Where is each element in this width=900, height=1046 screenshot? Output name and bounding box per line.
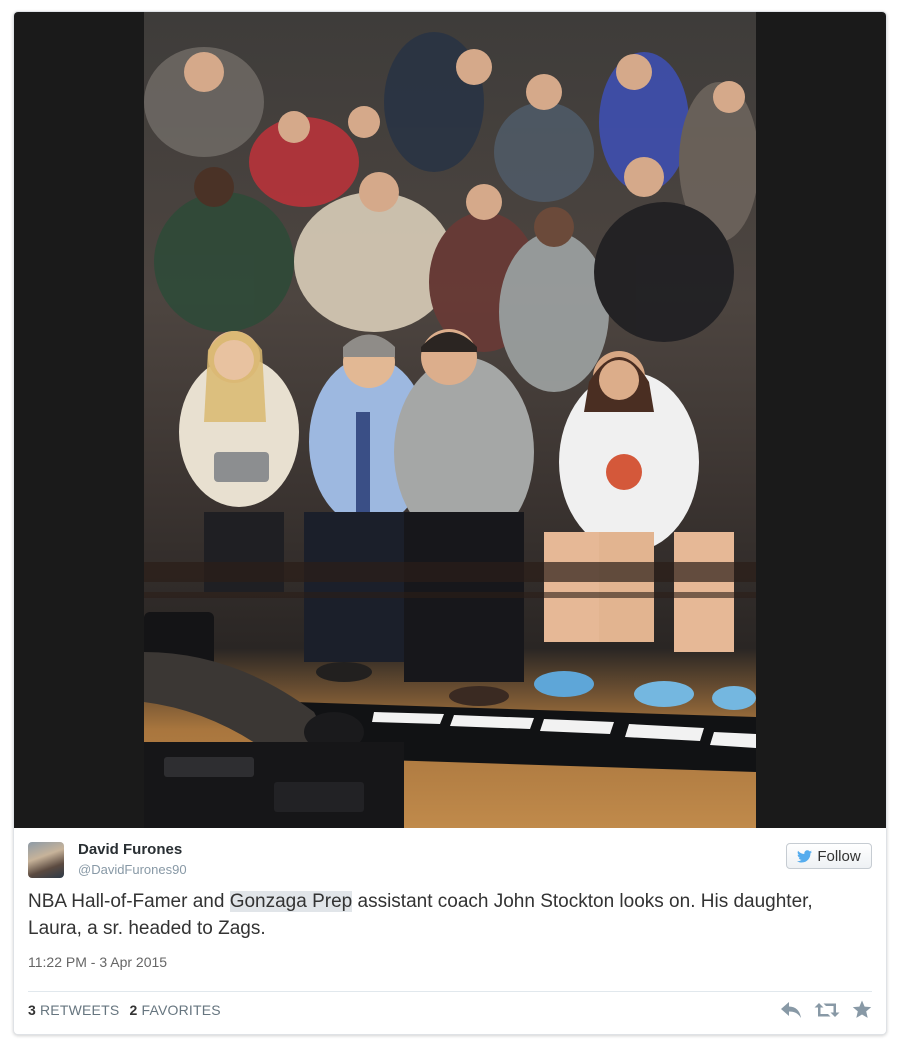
follow-label: Follow <box>817 847 861 865</box>
retweet-button[interactable] <box>814 1001 840 1019</box>
reply-icon <box>781 1001 801 1018</box>
tweet-photo[interactable] <box>144 12 756 828</box>
star-icon <box>852 1000 872 1018</box>
retweet-icon <box>814 1002 840 1017</box>
embedded-tweet-card: David Furones @DavidFurones90 Follow NBA… <box>13 11 887 1035</box>
tweet-text: NBA Hall-of-Famer and Gonzaga Prep assis… <box>28 888 868 942</box>
favorite-count[interactable]: 2 <box>129 1002 137 1018</box>
reply-button[interactable] <box>780 1001 802 1019</box>
retweet-count[interactable]: 3 <box>28 1002 36 1018</box>
twitter-bird-icon <box>797 849 813 862</box>
tweet-stats: 3 RETWEETS 2 FAVORITES <box>28 1002 221 1018</box>
avatar[interactable] <box>28 842 64 878</box>
retweet-label[interactable]: RETWEETS <box>40 1002 119 1018</box>
favorite-button[interactable] <box>852 1000 872 1019</box>
divider <box>28 991 872 992</box>
tweet-actions <box>780 1000 872 1019</box>
follow-button[interactable]: Follow <box>786 843 872 869</box>
tweet-text-start: NBA Hall-of-Famer and <box>28 891 230 912</box>
tweet-timestamp[interactable]: 11:22 PM - 3 Apr 2015 <box>28 954 167 970</box>
photo-illustration <box>144 32 756 828</box>
tweet-media[interactable] <box>14 12 886 828</box>
tweet-body: David Furones @DavidFurones90 Follow NBA… <box>14 828 886 1034</box>
favorite-label[interactable]: FAVORITES <box>141 1002 220 1018</box>
tweet-text-highlight: Gonzaga Prep <box>229 891 353 912</box>
user-handle[interactable]: @DavidFurones90 <box>78 862 187 877</box>
display-name[interactable]: David Furones <box>78 841 182 858</box>
